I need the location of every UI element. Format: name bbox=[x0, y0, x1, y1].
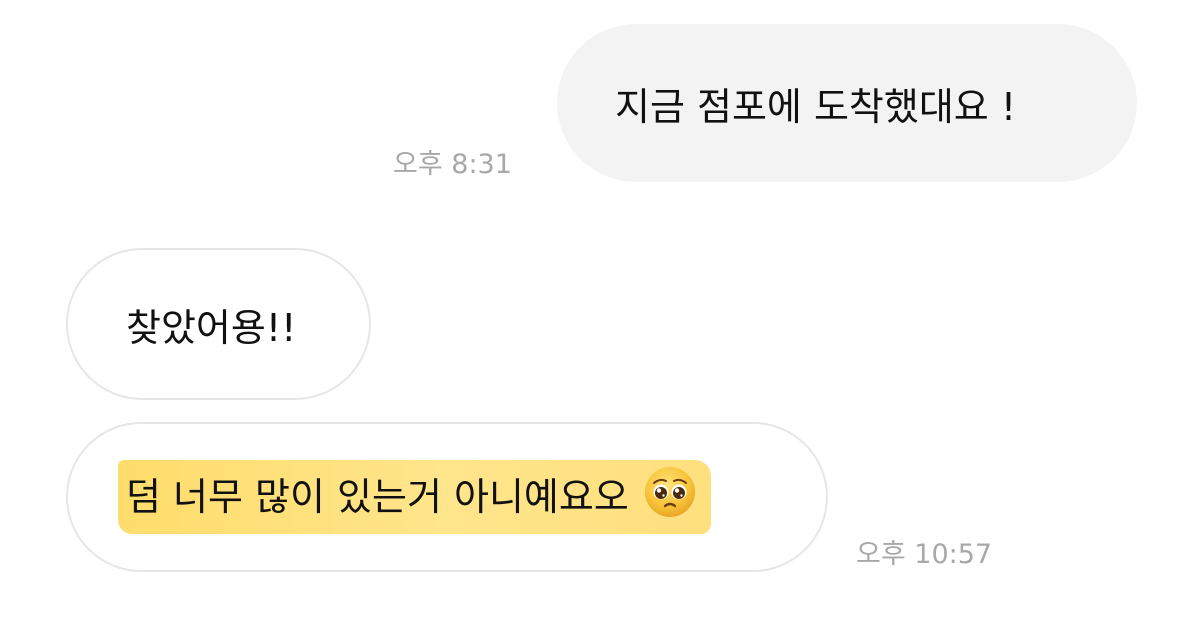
message-timestamp: 오후 10:57 bbox=[856, 539, 993, 570]
pleading-face-icon bbox=[643, 465, 697, 528]
message-text: 찾았어용!! bbox=[126, 305, 297, 350]
received-message-bubble[interactable]: 찾았어용!! bbox=[66, 248, 371, 400]
received-message-bubble[interactable]: 덤 너무 많이 있는거 아니예요오 bbox=[66, 422, 828, 572]
message-timestamp: 오후 8:31 bbox=[393, 149, 512, 180]
highlighted-text: 덤 너무 많이 있는거 아니예요오 bbox=[118, 460, 711, 534]
sent-message-bubble[interactable]: 지금 점포에 도착했대요 ! bbox=[557, 24, 1137, 182]
message-text: 덤 너무 많이 있는거 아니예요오 bbox=[126, 475, 629, 519]
message-text: 지금 점포에 도착했대요 ! bbox=[615, 84, 1017, 129]
